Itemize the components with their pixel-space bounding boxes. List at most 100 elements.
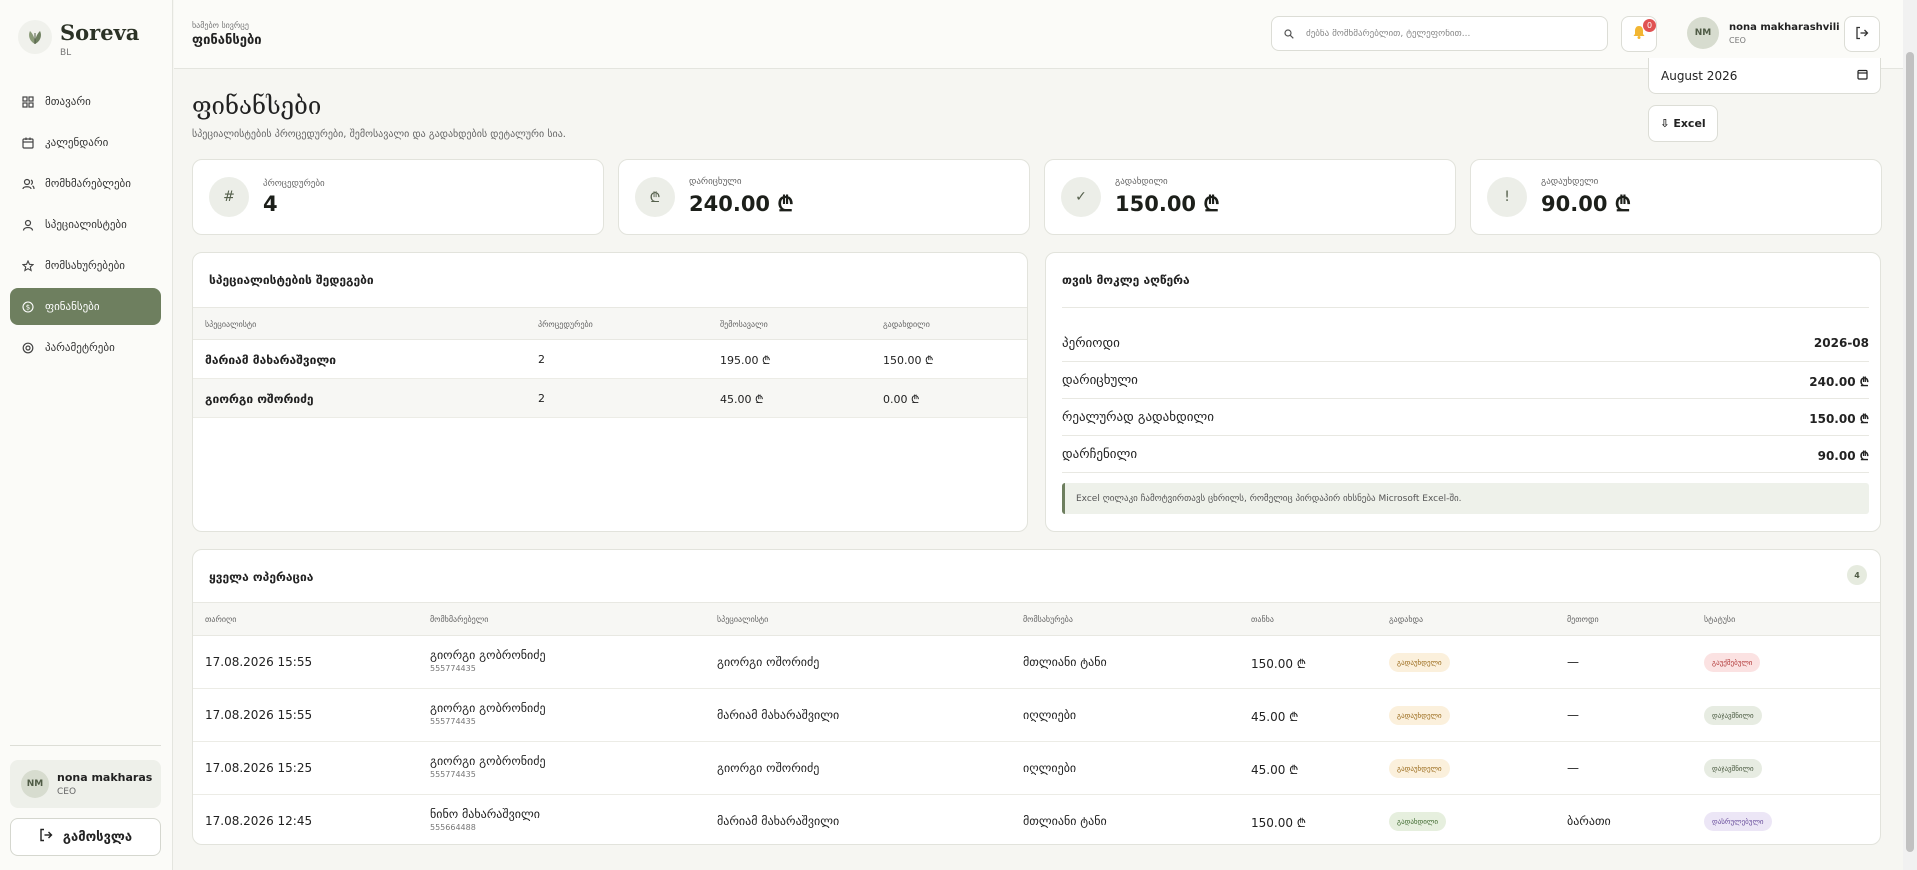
op-date: 17.08.2026 12:45: [205, 814, 313, 828]
summary-label: დარჩენილი: [1062, 447, 1138, 462]
stat-value: 90.00 ₾: [1541, 191, 1631, 216]
op-date: 17.08.2026 15:55: [205, 655, 313, 669]
brand-sub: BL: [60, 48, 72, 58]
table-row[interactable]: გიორგი ოშორიძე 2 45.00 ₾ 0.00 ₾: [193, 379, 1027, 418]
op-specialist: გიორგი ოშორიძე: [717, 655, 820, 669]
op-service: იღლიები: [1023, 708, 1077, 722]
sidebar-item-label: ფინანსები: [45, 300, 100, 313]
client-phone: 555774435: [430, 717, 476, 726]
column-header: თანხა: [1251, 615, 1274, 624]
card-title: სპეციალისტების შედეგები: [209, 273, 374, 287]
calendar-icon: [1857, 69, 1868, 83]
sidebar-item-users[interactable]: მომხმარებლები: [10, 165, 161, 202]
summary-value: 2026-08: [1813, 336, 1869, 350]
search-input[interactable]: [1306, 28, 1596, 39]
sidebar-item-calendar[interactable]: კალენდარი: [10, 124, 161, 161]
page-subtitle: სპეციალისტების პროცედურები, შემოსავალი დ…: [192, 129, 566, 140]
table-row[interactable]: 17.08.2026 12:45 ნინო მახარაშვილი 5556644…: [193, 795, 1880, 844]
sidebar-item-home[interactable]: მთავარი: [10, 83, 161, 120]
op-specialist: მარიამ მახარაშვილი: [717, 814, 840, 828]
stat-value: 150.00 ₾: [1115, 191, 1220, 216]
op-method: —: [1567, 761, 1579, 775]
avatar: NM: [21, 770, 49, 798]
status-badge: დასრულებული: [1704, 812, 1772, 831]
column-header: სპეციალისტი: [717, 615, 769, 624]
sidebar-item-specialists[interactable]: სპეციალისტები: [10, 206, 161, 243]
logout-button[interactable]: გამოსვლა: [10, 818, 161, 856]
sidebar-divider: [10, 745, 161, 746]
summary-row: დარჩენილი 90.00 ₾: [1062, 436, 1869, 473]
summary-value: 90.00 ₾: [1817, 449, 1869, 463]
operations-count-badge: 4: [1847, 565, 1867, 585]
user-icon: [21, 218, 35, 232]
income-value: 195.00 ₾: [720, 354, 771, 367]
procedure-count: 2: [538, 392, 545, 405]
search-icon: [1284, 24, 1294, 43]
paid-value: 150.00 ₾: [883, 354, 934, 367]
column-header: გადახდილი: [883, 320, 930, 329]
client-name: გიორგი გობრონიძე: [430, 701, 546, 715]
notifications-button[interactable]: 0: [1621, 16, 1657, 52]
month-picker[interactable]: August 2026: [1648, 58, 1881, 94]
table-row[interactable]: 17.08.2026 15:25 გიორგი გობრონიძე 5557744…: [193, 742, 1880, 795]
topbar-user[interactable]: NM nona makharashvili CEO: [1687, 17, 1840, 49]
table-row[interactable]: 17.08.2026 15:55 გიორგი გობრონიძე 5557744…: [193, 689, 1880, 742]
summary-label: რეალურად გადახდილი: [1062, 410, 1215, 425]
stat-card-unpaid: ! გადაუხდელი 90.00 ₾: [1470, 159, 1882, 235]
star-icon: [21, 259, 35, 273]
sidebar-item-finances[interactable]: $ ფინანსები: [10, 288, 161, 325]
excel-info-note: Excel ღილაკი ჩამოტვირთავს ცხრილს, რომელი…: [1062, 483, 1869, 514]
page-scrollbar[interactable]: [1903, 0, 1917, 870]
topbar-user-role: CEO: [1729, 35, 1746, 45]
sidebar-item-settings[interactable]: პარამეტრები: [10, 329, 161, 366]
logout-label: გამოსვლა: [62, 829, 133, 845]
sidebar-item-services[interactable]: მომსახურებები: [10, 247, 161, 284]
notification-count-badge: 0: [1643, 19, 1656, 32]
check-icon: ✓: [1061, 177, 1101, 217]
monthly-summary-card: თვის მოკლე აღწერა პერიოდი 2026-08 დარიცხ…: [1045, 252, 1881, 532]
stat-value: 4: [263, 191, 278, 216]
payment-status-badge: გადახდილი: [1389, 812, 1446, 831]
op-method: —: [1567, 655, 1579, 669]
brand-name: Soreva: [60, 20, 140, 45]
specialist-name: გიორგი ოშორიძე: [205, 392, 314, 406]
logout-icon: [39, 828, 53, 846]
op-specialist: გიორგი ოშორიძე: [717, 761, 820, 775]
breadcrumb: ხამებო სივრცე: [192, 21, 249, 30]
column-header: თარიღი: [205, 615, 237, 624]
dollar-icon: $: [21, 300, 35, 314]
table-row[interactable]: 17.08.2026 15:55 გიორგი გობრონიძე 5557744…: [193, 636, 1880, 689]
op-method: ბარათი: [1567, 814, 1611, 828]
brand[interactable]: Soreva BL: [18, 20, 139, 58]
users-icon: [21, 177, 35, 191]
excel-export-button[interactable]: ⇩ Excel: [1648, 105, 1718, 142]
summary-value: 240.00 ₾: [1809, 375, 1869, 389]
topbar-logout-button[interactable]: [1844, 16, 1880, 52]
sidebar-item-label: კალენდარი: [45, 136, 109, 149]
status-badge: დაჯავშნილი: [1704, 759, 1762, 778]
op-amount: 45.00 ₾: [1251, 763, 1299, 777]
op-method: —: [1567, 708, 1579, 722]
topbar-title: ფინანსები: [192, 33, 262, 48]
logout-icon: [1855, 25, 1869, 44]
topbar-user-name: nona makharashvili: [1729, 21, 1840, 33]
client-name: გიორგი გობრონიძე: [430, 648, 546, 662]
payment-status-badge: გადაუხდელი: [1389, 759, 1450, 778]
column-header: მომხმარებელი: [430, 615, 489, 624]
month-value: August 2026: [1661, 68, 1738, 83]
sidebar-user-card[interactable]: NM nona makharas... CEO: [10, 760, 161, 808]
card-title: ყველა ოპერაცია: [209, 570, 314, 584]
sidebar-item-label: პარამეტრები: [45, 341, 115, 354]
column-header: მომსახურება: [1023, 615, 1073, 624]
client-name: ნინო მახარაშვილი: [430, 807, 540, 821]
sidebar-item-label: მომსახურებები: [45, 259, 125, 272]
leaf-logo-icon: [18, 20, 52, 54]
client-phone: 555774435: [430, 770, 476, 779]
payment-status-badge: გადაუხდელი: [1389, 706, 1450, 725]
op-service: მთლიანი ტანი: [1023, 814, 1107, 828]
stat-value: 240.00 ₾: [689, 191, 794, 216]
search-box[interactable]: [1271, 16, 1608, 51]
scrollbar-thumb[interactable]: [1906, 52, 1914, 852]
op-amount: 45.00 ₾: [1251, 710, 1299, 724]
table-row[interactable]: მარიამ მახარაშვილი 2 195.00 ₾ 150.00 ₾: [193, 340, 1027, 379]
